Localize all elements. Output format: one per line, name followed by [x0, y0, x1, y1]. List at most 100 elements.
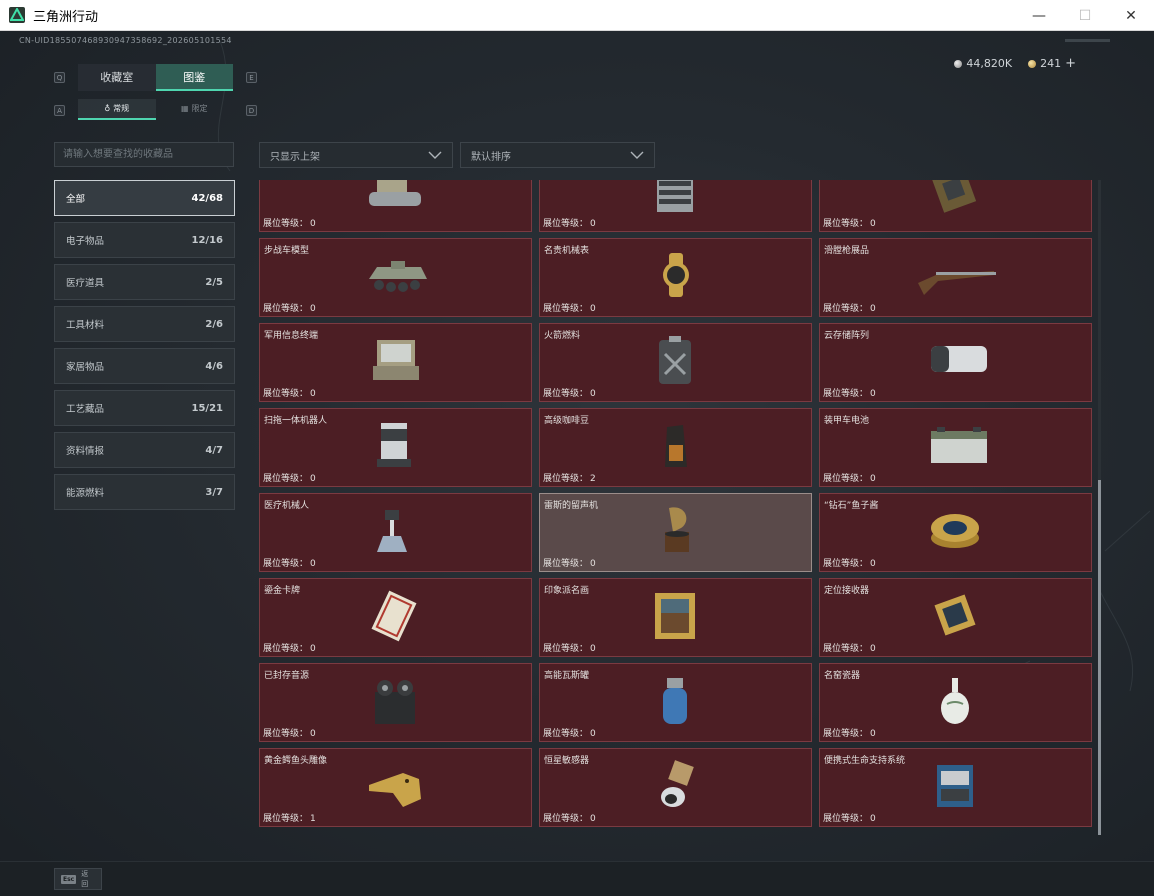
item-level: 展位等级： 0 [823, 641, 876, 654]
collection-item-card[interactable]: 展位等级： 0 [539, 180, 812, 232]
level-label: 展位等级： [823, 644, 869, 654]
minimize-button[interactable]: — [1016, 0, 1062, 31]
add-currency-button[interactable]: + [1065, 56, 1076, 71]
collection-item-card[interactable]: 医疗机械人展位等级： 0 [259, 493, 532, 572]
item-name: 火箭燃料 [544, 331, 581, 341]
grid-scrollbar[interactable] [1098, 180, 1101, 835]
collection-item-card[interactable]: 展位等级： 0 [259, 180, 532, 232]
currency-gold[interactable]: 241 + [1028, 56, 1076, 71]
level-value: 0 [590, 729, 596, 739]
search-input[interactable] [54, 142, 234, 167]
category-count: 2/6 [205, 318, 223, 330]
collection-item-card[interactable]: 定位接收器展位等级： 0 [819, 578, 1092, 657]
tape-recorder-icon [363, 674, 429, 732]
category-item[interactable]: 电子物品 12/16 [54, 222, 235, 258]
item-level: 展位等级： 0 [543, 301, 596, 314]
life-support-icon [923, 759, 989, 817]
item-level: 展位等级： 0 [263, 386, 316, 399]
item-level: 展位等级： 0 [823, 726, 876, 739]
level-label: 展位等级： [543, 389, 589, 399]
level-value: 0 [590, 219, 596, 229]
level-value: 0 [590, 814, 596, 824]
musket-icon [914, 249, 998, 307]
collection-item-card[interactable]: 雷斯的留声机 展位等级： 0 [539, 493, 812, 572]
item-level: 展位等级： 0 [263, 726, 316, 739]
category-name: 资料情报 [66, 446, 105, 457]
collection-item-card[interactable]: 扫拖一体机器人 展位等级： 0 [259, 408, 532, 487]
level-value: 0 [590, 389, 596, 399]
collection-item-card[interactable]: 名贵机械表展位等级： 0 [539, 238, 812, 317]
chevron-down-icon [630, 151, 644, 159]
level-value: 0 [590, 559, 596, 569]
item-name: 名贵机械表 [544, 246, 590, 256]
collection-item-card[interactable]: 便携式生命支持系统 展位等级： 0 [819, 748, 1092, 827]
level-value: 0 [870, 389, 876, 399]
collection-item-card[interactable]: 滑膛枪展品 展位等级： 0 [819, 238, 1092, 317]
collection-item-card[interactable]: 已封存音源 展位等级： 0 [259, 663, 532, 742]
collection-item-card[interactable]: 步战车模型 展位等级： 0 [259, 238, 532, 317]
item-level: 展位等级： 0 [263, 471, 316, 484]
collection-item-card[interactable]: 高级咖啡豆 展位等级： 2 [539, 408, 812, 487]
collection-item-card[interactable]: “钻石”鱼子酱 展位等级： 0 [819, 493, 1092, 572]
collection-item-card[interactable]: 黄金鳄鱼头雕像 展位等级： 1 [259, 748, 532, 827]
sort-value: 默认排序 [471, 151, 511, 163]
category-count: 4/6 [205, 360, 223, 372]
collection-item-card[interactable]: 展位等级： 0 [819, 180, 1092, 232]
app-logo-icon [9, 7, 25, 23]
tab-collection-room[interactable]: 收藏室 [78, 64, 156, 91]
level-value: 0 [310, 389, 316, 399]
maximize-button[interactable]: ☐ [1062, 0, 1108, 31]
level-label: 展位等级： [543, 729, 589, 739]
collection-grid-viewport: 展位等级： 0 展位等级： 0 展位等级： 0 步战车模型 展位等级： 0 名贵机械表 展位等级： 0… [259, 180, 1093, 835]
level-label: 展位等级： [263, 219, 309, 229]
scrollbar-thumb[interactable] [1098, 480, 1101, 835]
collection-grid: 展位等级： 0 展位等级： 0 展位等级： 0 步战车模型 展位等级： 0 名贵机械表 展位等级： 0… [259, 180, 1092, 827]
collection-item-card[interactable]: 军用信息终端 展位等级： 0 [259, 323, 532, 402]
back-button[interactable]: Esc 返回 [54, 868, 102, 890]
filter-dropdown[interactable]: 只显示上架 [259, 142, 453, 168]
circuit-board-icon [923, 180, 989, 222]
sort-dropdown[interactable]: 默认排序 [460, 142, 655, 168]
tab-codex[interactable]: 图鉴 [155, 64, 233, 91]
item-level: 展位等级： 0 [823, 811, 876, 824]
collection-item-card[interactable]: 名窑瓷器展位等级： 0 [819, 663, 1092, 742]
item-name: 雷斯的留声机 [544, 501, 599, 511]
item-name: 名窑瓷器 [824, 671, 861, 681]
subtab-limited[interactable]: ▦ 限定 [156, 99, 234, 120]
item-name: 医疗机械人 [264, 501, 310, 511]
collection-item-card[interactable]: 云存储阵列 展位等级： 0 [819, 323, 1092, 402]
item-name: 黄金鳄鱼头雕像 [264, 756, 328, 766]
item-name: 云存储阵列 [824, 331, 870, 341]
category-item[interactable]: 工具材料 2/6 [54, 306, 235, 342]
category-item[interactable]: 家居物品 4/6 [54, 348, 235, 384]
collection-item-card[interactable]: 鎏金卡牌 展位等级： 0 [259, 578, 532, 657]
item-name: 印象派名画 [544, 586, 590, 596]
collection-item-card[interactable]: 火箭燃料展位等级： 0 [539, 323, 812, 402]
level-label: 展位等级： [543, 474, 589, 484]
level-label: 展位等级： [543, 219, 589, 229]
category-item[interactable]: 工艺藏品 15/21 [54, 390, 235, 426]
level-label: 展位等级： [543, 814, 589, 824]
category-item[interactable]: 医疗道具 2/5 [54, 264, 235, 300]
level-label: 展位等级： [263, 644, 309, 654]
collection-item-card[interactable]: 恒星敏感器 展位等级： 0 [539, 748, 812, 827]
item-name: 鎏金卡牌 [264, 586, 301, 596]
close-button[interactable]: ✕ [1108, 0, 1154, 31]
level-value: 0 [310, 474, 316, 484]
category-count: 42/68 [191, 192, 223, 204]
subtab-regular[interactable]: ♁ 常规 [78, 99, 156, 120]
category-item[interactable]: 全部 42/68 [54, 180, 235, 216]
category-item[interactable]: 能源燃料 3/7 [54, 474, 235, 510]
currency-silver: 44,820K [954, 57, 1012, 70]
silver-coin-icon [954, 59, 963, 68]
level-value: 0 [310, 559, 316, 569]
collection-item-card[interactable]: 印象派名画 展位等级： 0 [539, 578, 812, 657]
item-name: 定位接收器 [824, 586, 870, 596]
currency-bar: 44,820K 241 + [954, 56, 1076, 71]
category-item[interactable]: 资料情报 4/7 [54, 432, 235, 468]
level-value: 0 [870, 644, 876, 654]
item-level: 展位等级： 0 [263, 556, 316, 569]
level-label: 展位等级： [823, 304, 869, 314]
collection-item-card[interactable]: 装甲车电池 展位等级： 0 [819, 408, 1092, 487]
collection-item-card[interactable]: 高能瓦斯罐 展位等级： 0 [539, 663, 812, 742]
